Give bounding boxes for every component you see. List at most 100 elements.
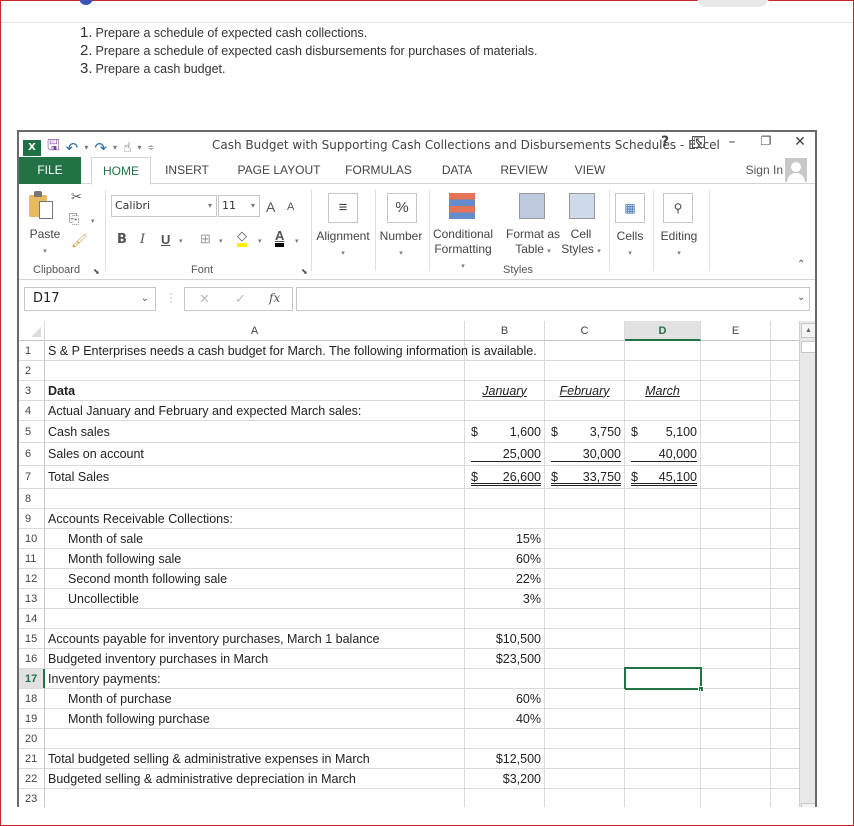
cell-c[interactable]: 30,000 (545, 443, 625, 465)
cell-b[interactable]: 15% (465, 529, 545, 548)
cell-b[interactable]: 25,000 (465, 443, 545, 465)
cell-e[interactable] (701, 569, 771, 588)
cell-c[interactable] (545, 341, 625, 360)
column-header-d[interactable]: D (625, 321, 701, 341)
cell-a[interactable]: Month following purchase (45, 709, 465, 728)
cell-a[interactable]: Sales on account (45, 443, 465, 465)
cell-e[interactable] (701, 769, 771, 788)
row-header[interactable]: 4 (19, 401, 45, 420)
row-header[interactable]: 16 (19, 649, 45, 668)
cell-f[interactable] (771, 381, 799, 400)
cell-e[interactable] (701, 589, 771, 608)
column-header-c[interactable]: C (545, 321, 625, 341)
cell-c[interactable] (545, 649, 625, 668)
cell-f[interactable] (771, 509, 799, 528)
formula-input[interactable] (296, 287, 810, 311)
cell-a[interactable]: Month following sale (45, 549, 465, 568)
row-header[interactable]: 2 (19, 361, 45, 380)
row-header[interactable]: 11 (19, 549, 45, 568)
cell-a[interactable]: Budgeted selling & administrative deprec… (45, 769, 465, 788)
cell-c[interactable] (545, 529, 625, 548)
ribbon-display-button[interactable]: ⇱ (692, 136, 705, 148)
cell-a[interactable]: Uncollectible (45, 589, 465, 608)
cell-a[interactable] (45, 489, 465, 508)
undo-icon[interactable]: ↶ (66, 139, 79, 157)
cell-f[interactable] (771, 689, 799, 708)
cell-d[interactable] (625, 749, 701, 768)
scroll-thumb[interactable] (801, 341, 815, 353)
cell-b[interactable]: 3% (465, 589, 545, 608)
tab-view[interactable]: VIEW (572, 157, 608, 184)
column-header-a[interactable]: A (45, 321, 465, 341)
cell-f[interactable] (771, 669, 799, 688)
cell-b[interactable] (465, 509, 545, 528)
cell-b[interactable]: $10,500 (465, 629, 545, 648)
cell-c[interactable] (545, 669, 625, 688)
tab-home[interactable]: HOME (91, 157, 151, 185)
cell-d[interactable] (625, 589, 701, 608)
cell-e[interactable] (701, 443, 771, 465)
cell-b[interactable]: $1,600 (465, 421, 545, 442)
cell-e[interactable] (701, 421, 771, 442)
cell-e[interactable] (701, 361, 771, 380)
cell-b[interactable]: $23,500 (465, 649, 545, 668)
font-name-select[interactable]: Calibri ▾ (111, 195, 217, 217)
tab-file[interactable]: FILE (19, 157, 81, 184)
cell-f[interactable] (771, 749, 799, 768)
bold-button[interactable]: B (117, 232, 127, 247)
cell-a[interactable]: Second month following sale (45, 569, 465, 588)
row-header[interactable]: 14 (19, 609, 45, 628)
cell-e[interactable] (701, 789, 771, 807)
cell-c[interactable] (545, 629, 625, 648)
alignment-button[interactable]: Alignment ▾ (313, 229, 373, 261)
fill-color-icon[interactable]: ◇ (237, 229, 247, 247)
number-button[interactable]: Number ▾ (375, 229, 427, 261)
italic-button[interactable]: I (140, 232, 145, 247)
cell-d[interactable] (625, 689, 701, 708)
touch-dropdown-icon[interactable]: ▾ (138, 143, 142, 152)
cell-a[interactable]: Data (45, 381, 465, 400)
format-as-table-button[interactable]: Format as Table ▾ (503, 227, 563, 259)
cell-e[interactable] (701, 729, 771, 748)
cell-a[interactable]: S & P Enterprises needs a cash budget fo… (45, 341, 537, 360)
cell-d[interactable] (625, 489, 701, 508)
copy-icon[interactable]: ⎘ (69, 211, 79, 227)
cell-a[interactable]: Accounts payable for inventory purchases… (45, 629, 465, 648)
cell-b[interactable] (465, 729, 545, 748)
cell-d[interactable] (625, 529, 701, 548)
paste-icon[interactable] (29, 191, 57, 221)
column-header-e[interactable]: E (701, 321, 771, 341)
expand-formula-bar-icon[interactable]: ⌄ (797, 292, 805, 303)
maximize-button[interactable]: ❐ (759, 134, 773, 150)
redo-dropdown-icon[interactable]: ▾ (113, 143, 117, 152)
cell-a[interactable]: Accounts Receivable Collections: (45, 509, 465, 528)
cell-c[interactable] (545, 589, 625, 608)
format-painter-icon[interactable]: 🖌 (71, 233, 88, 249)
cell-b[interactable]: $3,200 (465, 769, 545, 788)
cell-f[interactable] (771, 421, 799, 442)
cell-d[interactable]: March (625, 381, 701, 400)
number-icon[interactable]: % (387, 193, 417, 223)
row-header[interactable]: 9 (19, 509, 45, 528)
tab-formulas[interactable]: FORMULAS (341, 157, 416, 184)
cell-c[interactable] (545, 361, 625, 380)
cell-d[interactable] (625, 509, 701, 528)
cell-c[interactable] (545, 749, 625, 768)
undo-dropdown-icon[interactable]: ▾ (84, 143, 88, 152)
cell-f[interactable] (771, 789, 799, 807)
row-header[interactable]: 19 (19, 709, 45, 728)
cell-f[interactable] (771, 569, 799, 588)
cell-d[interactable]: $5,100 (625, 421, 701, 442)
cell-b[interactable] (465, 789, 545, 807)
cell-e[interactable] (701, 401, 771, 420)
cell-b[interactable]: 60% (465, 689, 545, 708)
cell-b[interactable] (465, 341, 545, 360)
cell-e[interactable] (701, 549, 771, 568)
cell-e[interactable] (701, 629, 771, 648)
paste-button[interactable]: Paste ▾ (27, 227, 63, 259)
row-header[interactable]: 12 (19, 569, 45, 588)
cell-e[interactable] (701, 609, 771, 628)
cell-a[interactable] (45, 729, 465, 748)
column-header-f[interactable] (771, 321, 799, 341)
cell-f[interactable] (771, 649, 799, 668)
